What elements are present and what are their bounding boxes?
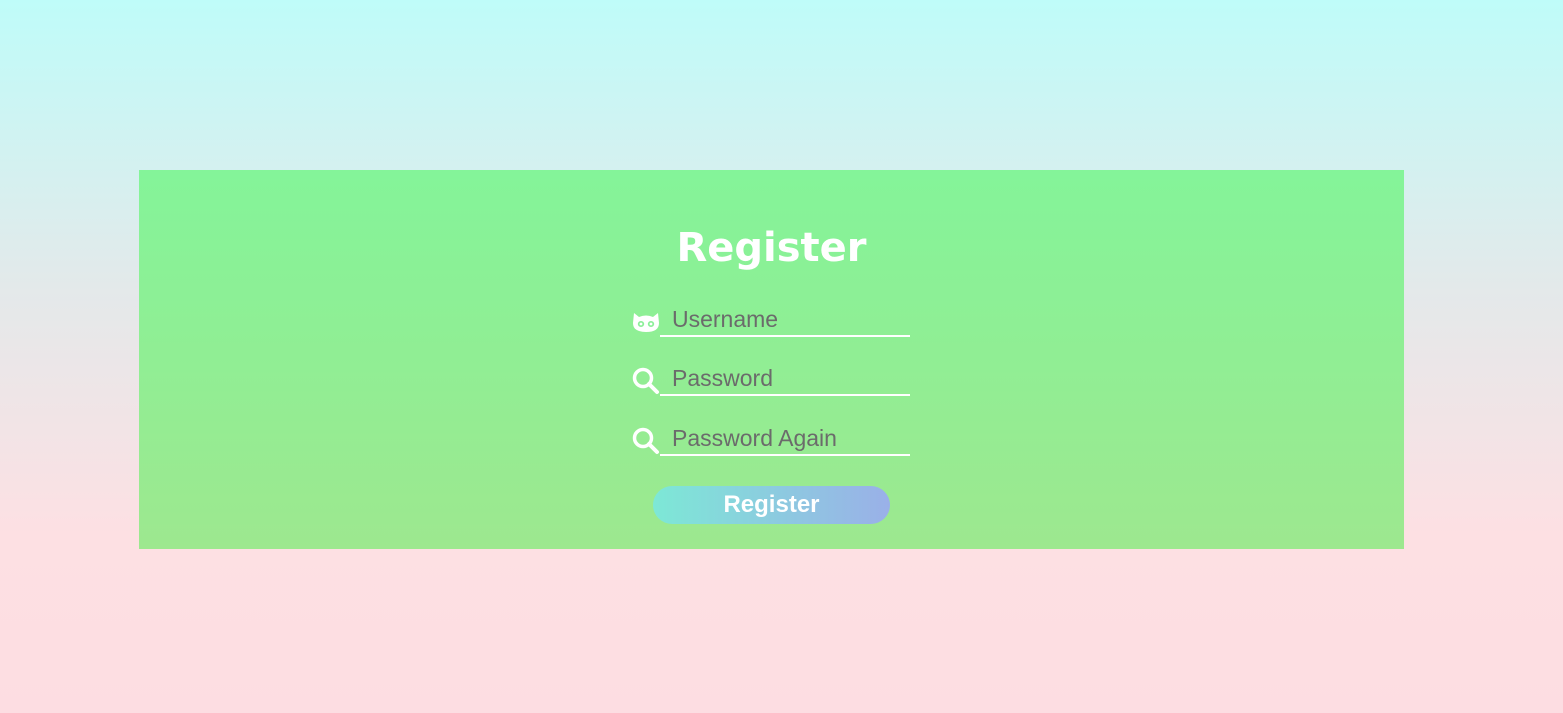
cat-icon — [631, 307, 661, 337]
password-field — [631, 360, 911, 400]
register-panel: Register Username Register — [139, 170, 1404, 549]
magnifier-icon — [631, 426, 661, 456]
password-again-input[interactable] — [660, 422, 910, 456]
password-again-field — [631, 420, 911, 460]
magnifier-icon — [631, 366, 661, 396]
register-button[interactable]: Register — [653, 486, 890, 524]
username-input[interactable] — [660, 303, 910, 337]
page-title: Register — [676, 225, 867, 271]
password-input[interactable] — [660, 362, 910, 396]
username-field — [631, 301, 911, 341]
